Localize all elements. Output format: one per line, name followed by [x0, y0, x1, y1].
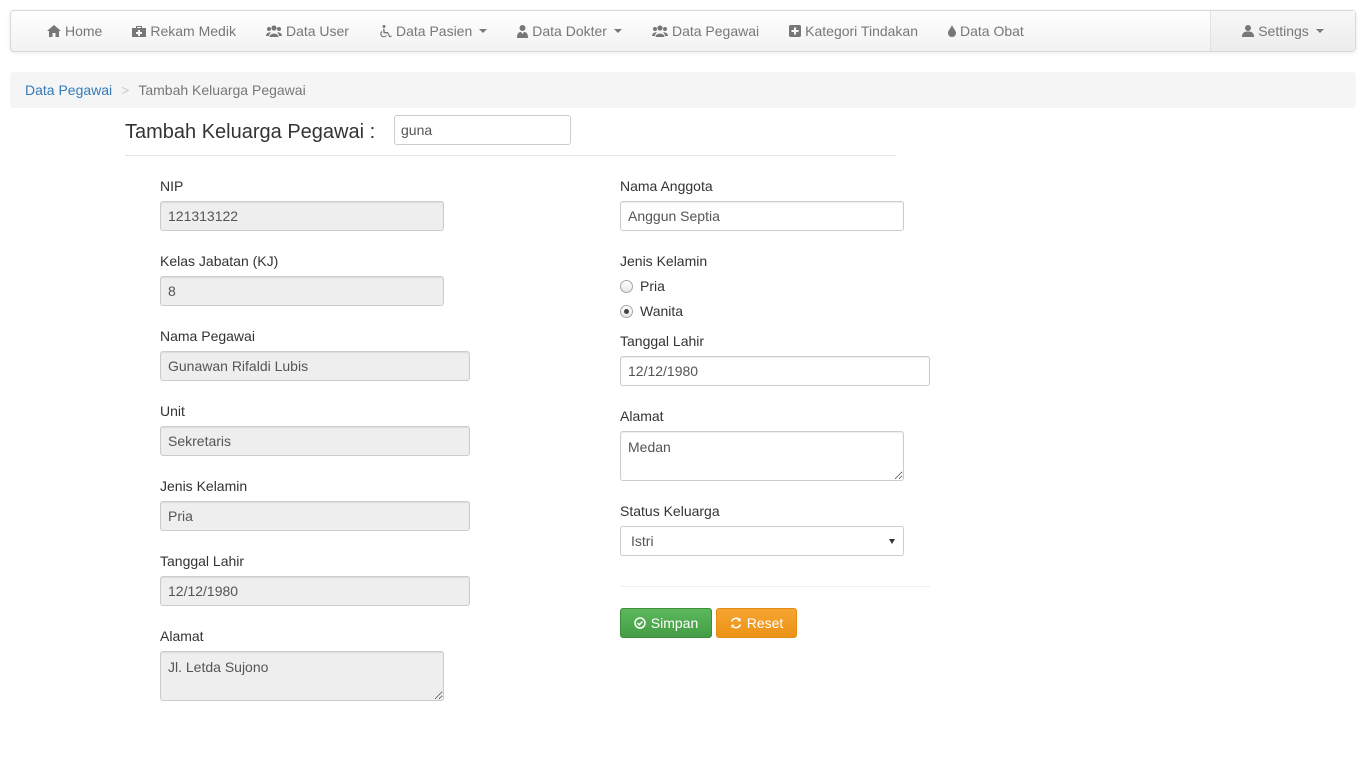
kelas-jabatan-label: Kelas Jabatan (KJ)	[160, 253, 279, 269]
nav-item-data-pegawai[interactable]: Data Pegawai	[637, 11, 774, 51]
nip-field[interactable]	[160, 201, 444, 231]
radio-option-pria[interactable]: Pria	[620, 278, 665, 294]
tanggal-lahir-input[interactable]	[620, 356, 930, 386]
medkit-icon	[132, 25, 147, 37]
tanggal-lahir-pegawai-field[interactable]	[160, 576, 470, 606]
user-md-icon	[517, 24, 529, 38]
radio-label-pria: Pria	[640, 278, 665, 294]
settings-label: Settings	[1258, 23, 1309, 39]
status-keluarga-value: Istri	[631, 533, 654, 549]
home-icon	[47, 25, 61, 37]
nama-anggota-label: Nama Anggota	[620, 178, 713, 194]
nama-anggota-input[interactable]	[620, 201, 904, 231]
wheelchair-icon	[379, 24, 392, 38]
radio-option-wanita[interactable]: Wanita	[620, 303, 683, 319]
nav-item-data-obat[interactable]: Data Obat	[933, 11, 1039, 51]
breadcrumb-current: Tambah Keluarga Pegawai	[138, 82, 306, 98]
settings-dropdown[interactable]: Settings	[1227, 11, 1339, 51]
nav-item-label: Home	[65, 23, 103, 39]
users-icon	[651, 25, 668, 37]
user-icon	[1242, 25, 1255, 37]
nav-item-kategori-tindakan[interactable]: Kategori Tindakan	[774, 11, 933, 51]
top-navbar: Home Rekam Medik Data User Data Pasien D…	[10, 10, 1356, 52]
page-header: Tambah Keluarga Pegawai :	[125, 115, 896, 156]
jenis-kelamin-pegawai-field[interactable]	[160, 501, 470, 531]
nav-item-data-pasien[interactable]: Data Pasien	[364, 11, 502, 51]
dropdown-arrow-icon	[889, 539, 895, 544]
save-button[interactable]: Simpan	[620, 608, 712, 638]
users-icon	[265, 25, 282, 37]
chevron-down-icon	[1315, 29, 1324, 33]
nav-item-label: Data Pegawai	[671, 23, 760, 39]
check-circle-icon	[634, 617, 646, 629]
tint-icon	[948, 25, 956, 37]
nav-item-data-dokter[interactable]: Data Dokter	[502, 11, 637, 51]
nav-item-rekam-medik[interactable]: Rekam Medik	[117, 11, 251, 51]
plus-square-icon	[789, 25, 802, 37]
alamat-label: Alamat	[620, 408, 664, 424]
tanggal-lahir-pegawai-label: Tanggal Lahir	[160, 553, 245, 569]
jenis-kelamin-pegawai-label: Jenis Kelamin	[160, 478, 248, 494]
reset-button[interactable]: Reset	[716, 608, 797, 638]
alamat-pegawai-field[interactable]: Jl. Letda Sujono	[160, 651, 444, 701]
refresh-icon	[730, 617, 741, 629]
unit-label: Unit	[160, 403, 185, 419]
settings-container: Settings	[1210, 11, 1355, 51]
nama-pegawai-field[interactable]	[160, 351, 470, 381]
nav-menu: Home Rekam Medik Data User Data Pasien D…	[32, 11, 1039, 51]
save-button-label: Simpan	[650, 615, 699, 631]
tanggal-lahir-label: Tanggal Lahir	[620, 333, 705, 349]
nav-item-label: Data Obat	[960, 23, 1024, 39]
chevron-down-icon	[479, 29, 488, 33]
chevron-down-icon	[613, 29, 622, 33]
status-keluarga-label: Status Keluarga	[620, 503, 720, 519]
nav-item-label: Data Dokter	[532, 23, 607, 39]
radio-label-wanita: Wanita	[640, 303, 684, 319]
reset-button-label: Reset	[746, 615, 784, 631]
kelas-jabatan-field[interactable]	[160, 276, 444, 306]
breadcrumb: Data Pegawai > Tambah Keluarga Pegawai	[10, 72, 1356, 108]
page-title: Tambah Keluarga Pegawai :	[125, 121, 376, 143]
unit-field[interactable]	[160, 426, 470, 456]
radio-pria[interactable]	[620, 279, 633, 293]
nip-label: NIP	[160, 178, 184, 194]
nav-item-home[interactable]: Home	[32, 11, 117, 51]
breadcrumb-link-data-pegawai[interactable]: Data Pegawai	[25, 82, 112, 98]
nama-pegawai-label: Nama Pegawai	[160, 328, 255, 344]
nav-item-label: Kategori Tindakan	[805, 23, 918, 39]
status-keluarga-select[interactable]: Istri	[620, 526, 904, 556]
nav-item-label: Rekam Medik	[150, 23, 236, 39]
breadcrumb-separator: >	[121, 82, 130, 98]
nav-item-data-user[interactable]: Data User	[251, 11, 364, 51]
alamat-pegawai-label: Alamat	[160, 628, 204, 644]
jenis-kelamin-label: Jenis Kelamin	[620, 253, 708, 269]
employee-search-input[interactable]	[394, 115, 571, 145]
form-divider	[620, 586, 930, 587]
radio-wanita[interactable]	[620, 304, 633, 318]
nav-item-label: Data User	[285, 23, 349, 39]
nav-item-label: Data Pasien	[395, 23, 473, 39]
alamat-input[interactable]: Medan	[620, 431, 904, 481]
